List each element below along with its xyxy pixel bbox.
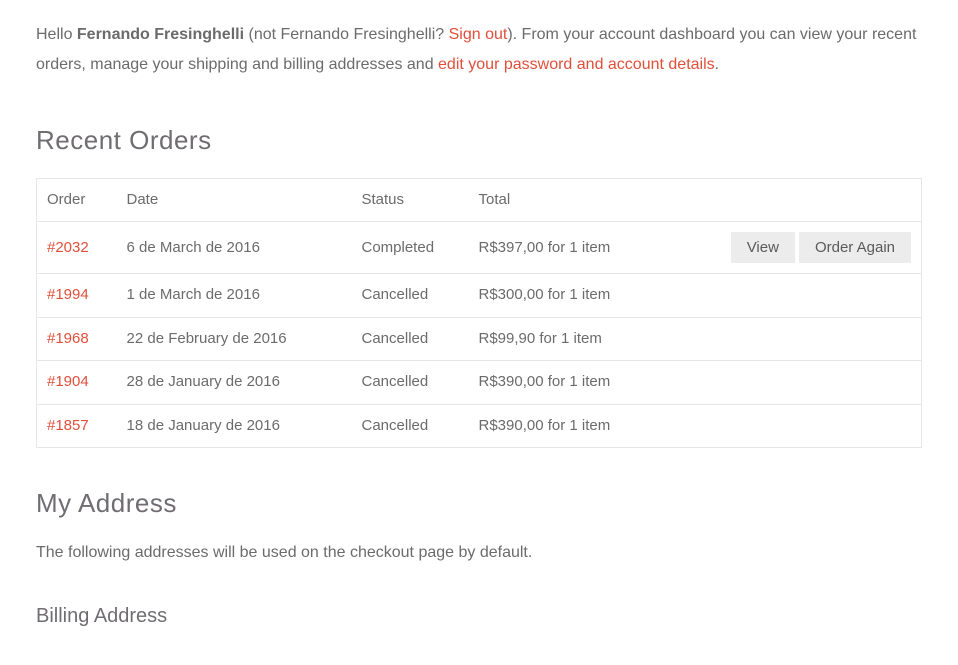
table-row: #1994 1 de March de 2016CancelledR$300,00…: [37, 274, 922, 318]
orders-header-date: Date: [117, 178, 352, 222]
order-actions: [721, 274, 922, 318]
period: .: [715, 56, 719, 73]
address-intro-text: The following addresses will be used on …: [36, 541, 922, 565]
table-row: #2032 6 de March de 2016CompletedR$397,00…: [37, 222, 922, 274]
order-total: R$99,90 for 1 item: [469, 317, 721, 361]
order-total: R$390,00 for 1 item: [469, 404, 721, 448]
order-actions: ViewOrder Again: [721, 222, 922, 274]
sign-out-link[interactable]: Sign out: [449, 26, 508, 43]
not-prefix: (not Fernando Fresinghelli?: [244, 26, 449, 43]
order-actions: [721, 404, 922, 448]
order-link[interactable]: #2032: [47, 239, 89, 256]
order-actions: [721, 317, 922, 361]
order-status: Cancelled: [352, 361, 469, 405]
order-date: 22 de February de 2016: [117, 317, 352, 361]
order-status: Cancelled: [352, 317, 469, 361]
order-status: Cancelled: [352, 404, 469, 448]
orders-header-total: Total: [469, 178, 721, 222]
orders-header-actions: [721, 178, 922, 222]
table-row: #1904 28 de January de 2016CancelledR$390…: [37, 361, 922, 405]
orders-header-status: Status: [352, 178, 469, 222]
table-row: #1857 18 de January de 2016CancelledR$390…: [37, 404, 922, 448]
orders-header-row: Order Date Status Total: [37, 178, 922, 222]
order-link[interactable]: #1904: [47, 373, 89, 390]
user-name: Fernando Fresinghelli: [77, 26, 244, 43]
order-link[interactable]: #1857: [47, 417, 89, 434]
recent-orders-heading: Recent Orders: [36, 121, 922, 160]
table-row: #1968 22 de February de 2016CancelledR$99…: [37, 317, 922, 361]
billing-address-heading: Billing Address: [36, 601, 922, 631]
hello-text: Hello: [36, 26, 77, 43]
order-date: 6 de March de 2016: [117, 222, 352, 274]
edit-account-details-link[interactable]: edit your password and account details: [438, 56, 715, 73]
orders-header-order: Order: [37, 178, 117, 222]
my-address-heading: My Address: [36, 484, 922, 523]
order-link[interactable]: #1968: [47, 330, 89, 347]
order-status: Completed: [352, 222, 469, 274]
order-total: R$390,00 for 1 item: [469, 361, 721, 405]
order-date: 18 de January de 2016: [117, 404, 352, 448]
order-link[interactable]: #1994: [47, 286, 89, 303]
view-button[interactable]: View: [731, 232, 795, 263]
order-total: R$397,00 for 1 item: [469, 222, 721, 274]
welcome-message: Hello Fernando Fresinghelli (not Fernand…: [36, 20, 922, 81]
order-status: Cancelled: [352, 274, 469, 318]
order-total: R$300,00 for 1 item: [469, 274, 721, 318]
order-again-button[interactable]: Order Again: [799, 232, 911, 263]
order-actions: [721, 361, 922, 405]
order-date: 1 de March de 2016: [117, 274, 352, 318]
orders-table: Order Date Status Total #2032 6 de March …: [36, 178, 922, 449]
order-date: 28 de January de 2016: [117, 361, 352, 405]
